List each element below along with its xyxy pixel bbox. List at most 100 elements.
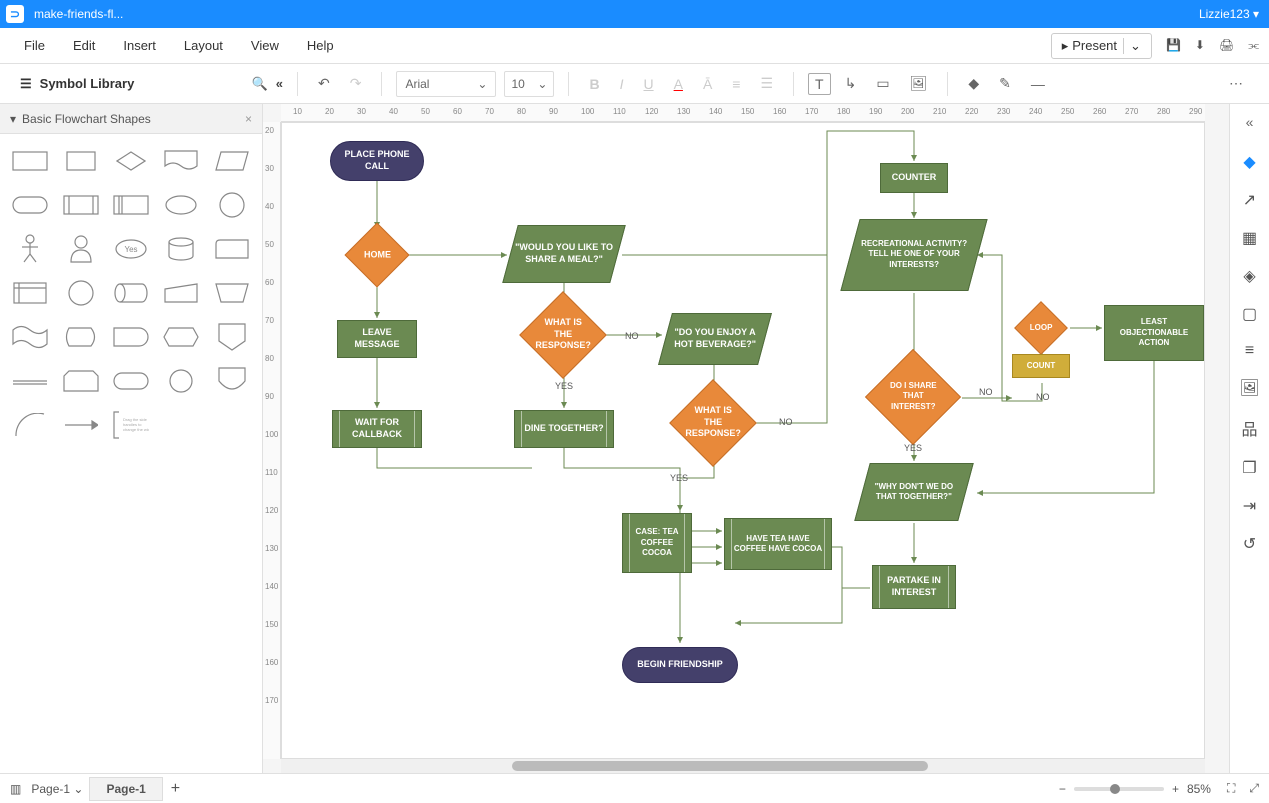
present-button[interactable]: ▸ Present ⌄ xyxy=(1051,33,1152,59)
bold-button[interactable]: B xyxy=(583,72,605,96)
download-icon[interactable]: ⬇ xyxy=(1195,38,1205,53)
print-icon[interactable]: 🖨 xyxy=(1219,38,1234,53)
shape-display[interactable] xyxy=(60,320,100,354)
export-icon[interactable]: ↗ xyxy=(1243,190,1256,210)
menu-view[interactable]: View xyxy=(237,32,293,59)
presentation-icon[interactable]: ▢ xyxy=(1242,304,1257,324)
shape-manual-input[interactable] xyxy=(161,276,201,310)
chevron-down-icon[interactable]: ⌄ xyxy=(1123,38,1141,54)
node-why-not[interactable]: "WHY DON'T WE DO THAT TOGETHER?" xyxy=(854,463,974,521)
node-share-interest[interactable]: DO I SHARE THAT INTEREST? xyxy=(865,349,961,445)
node-case[interactable]: CASE: TEA COFFEE COCOA xyxy=(622,513,692,573)
shape-annotation[interactable]: Drag the sidehandles tochange the width xyxy=(111,408,151,442)
copy-icon[interactable]: ❐ xyxy=(1242,458,1256,478)
picture-icon[interactable]: 🖼 xyxy=(1239,378,1259,398)
node-place-phone-call[interactable]: PLACE PHONE CALL xyxy=(330,141,424,181)
shape-diamond[interactable] xyxy=(111,144,151,178)
redo-button[interactable]: ↷ xyxy=(344,71,368,96)
node-begin-friendship[interactable]: BEGIN FRIENDSHIP xyxy=(622,647,738,683)
shape-preparation[interactable] xyxy=(161,320,201,354)
line-style-button[interactable]: — xyxy=(1025,72,1051,96)
zoom-out-button[interactable]: − xyxy=(1059,782,1066,796)
shape-terminator[interactable] xyxy=(10,188,50,222)
shape-delay[interactable] xyxy=(111,320,151,354)
image-button[interactable]: 🖼 xyxy=(904,71,934,96)
node-response-2[interactable]: WHAT IS THE RESPONSE? xyxy=(669,379,757,467)
page-select[interactable]: Page-1 ⌄ xyxy=(31,782,83,796)
node-dine-together[interactable]: DINE TOGETHER? xyxy=(514,410,614,448)
node-wait-callback[interactable]: WAIT FOR CALLBACK xyxy=(332,410,422,448)
shape-offpage[interactable] xyxy=(212,320,252,354)
align-right-icon[interactable]: ⇥ xyxy=(1243,496,1256,516)
shape-internal-storage[interactable] xyxy=(10,276,50,310)
shape-user[interactable] xyxy=(60,232,100,266)
shape-stored-data[interactable] xyxy=(111,188,151,222)
zoom-slider[interactable] xyxy=(1074,787,1164,791)
fill-button[interactable]: ◆ xyxy=(962,71,985,96)
menu-layout[interactable]: Layout xyxy=(170,32,237,59)
node-share-meal[interactable]: "WOULD YOU LIKE TO SHARE A MEAL?" xyxy=(502,225,626,283)
add-page-button[interactable]: + xyxy=(171,780,180,798)
theme-icon[interactable]: ◆ xyxy=(1243,152,1255,172)
shape-arrow[interactable] xyxy=(60,408,100,442)
shape-yes-ellipse[interactable]: Yes xyxy=(111,232,151,266)
shape-predefined[interactable] xyxy=(60,188,100,222)
shape-circle[interactable] xyxy=(212,188,252,222)
font-color-button[interactable]: A xyxy=(668,72,689,96)
node-home[interactable]: HOME xyxy=(344,222,409,287)
node-hot-beverage[interactable]: "DO YOU ENJOY A HOT BEVERAGE?" xyxy=(658,313,772,365)
shape-shield[interactable] xyxy=(212,364,252,398)
node-least-action[interactable]: LEAST OBJECTIONABLE ACTION xyxy=(1104,305,1204,361)
container-button[interactable]: ▭ xyxy=(870,71,895,96)
menu-file[interactable]: File xyxy=(10,32,59,59)
horizontal-scrollbar[interactable] xyxy=(281,759,1205,773)
data-icon[interactable]: ≡ xyxy=(1245,342,1254,360)
shape-hexagon-cut[interactable] xyxy=(60,364,100,398)
search-icon[interactable]: 🔍 xyxy=(252,76,268,92)
pages-icon[interactable]: ▥ xyxy=(10,782,21,796)
shape-ellipse[interactable] xyxy=(161,188,201,222)
align-button[interactable]: ≡ xyxy=(726,72,746,96)
undo-button[interactable]: ↶ xyxy=(312,71,336,96)
menu-edit[interactable]: Edit xyxy=(59,32,109,59)
shape-rounded-rect[interactable] xyxy=(111,364,151,398)
fullscreen-button[interactable]: ⤢ xyxy=(1249,781,1259,796)
node-have-beverage[interactable]: HAVE TEA HAVE COFFEE HAVE COCOA xyxy=(724,518,832,570)
grid-icon[interactable]: ▦ xyxy=(1242,228,1257,248)
page-tab-1[interactable]: Page-1 xyxy=(89,777,162,801)
fit-screen-button[interactable]: ⛶ xyxy=(1227,781,1235,796)
text-tool-button[interactable]: T xyxy=(808,73,831,95)
layers-icon[interactable]: ◈ xyxy=(1243,266,1255,286)
shape-rectangle-sm[interactable] xyxy=(60,144,100,178)
history-icon[interactable]: ↺ xyxy=(1243,534,1256,554)
more-button[interactable]: ⋯ xyxy=(1223,71,1249,96)
user-menu[interactable]: Lizzie123 ▾ xyxy=(1195,7,1263,21)
category-basic-flowchart[interactable]: ▾ Basic Flowchart Shapes × xyxy=(0,104,262,134)
list-button[interactable]: ☰ xyxy=(754,71,779,96)
node-leave-message[interactable]: LEAVE MESSAGE xyxy=(337,320,417,358)
zoom-in-button[interactable]: + xyxy=(1172,782,1179,796)
font-family-select[interactable]: Arial⌄ xyxy=(396,71,496,97)
shape-manual-op[interactable] xyxy=(212,276,252,310)
save-icon[interactable]: 💾 xyxy=(1166,38,1181,53)
shape-circle-2[interactable] xyxy=(60,276,100,310)
shape-arc[interactable] xyxy=(10,408,50,442)
font-size-select[interactable]: 10⌄ xyxy=(504,71,554,97)
sitemap-icon[interactable]: 品 xyxy=(1241,416,1257,440)
node-response-1[interactable]: WHAT IS THE RESPONSE? xyxy=(519,291,607,379)
menu-insert[interactable]: Insert xyxy=(109,32,170,59)
shape-cylinder[interactable] xyxy=(161,232,201,266)
underline-button[interactable]: U xyxy=(637,72,659,96)
shape-actor[interactable] xyxy=(10,232,50,266)
share-icon[interactable]: ⫘ xyxy=(1248,38,1259,53)
line-color-button[interactable]: ✎ xyxy=(993,71,1017,96)
shape-card[interactable] xyxy=(212,232,252,266)
shape-cylinder-h[interactable] xyxy=(111,276,151,310)
connector-button[interactable]: ↳ xyxy=(839,71,863,96)
shape-parallelogram[interactable] xyxy=(212,144,252,178)
close-category-icon[interactable]: × xyxy=(245,112,252,126)
canvas[interactable]: PLACE PHONE CALL HOME LEAVE MESSAGE WAIT… xyxy=(281,122,1205,759)
menu-help[interactable]: Help xyxy=(293,32,348,59)
node-recreational[interactable]: RECREATIONAL ACTIVITY? TELL HE ONE OF YO… xyxy=(840,219,987,291)
collapse-sidebar-icon[interactable]: « xyxy=(276,76,283,91)
